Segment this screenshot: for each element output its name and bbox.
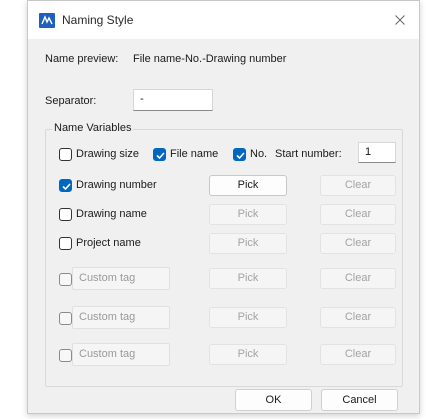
drawing-number-checkbox[interactable] [59, 179, 72, 192]
start-number-label: Start number: [275, 148, 342, 160]
checkmark-icon [236, 152, 245, 160]
file-name-label: File name [170, 148, 219, 160]
name-preview-value: File name-No.-Drawing number [133, 53, 287, 65]
title-bar: Naming Style [28, 1, 419, 39]
custom-tag-1-pick-button[interactable]: Pick [209, 268, 287, 289]
drawing-name-checkbox[interactable] [59, 208, 72, 221]
custom-tag-2-field[interactable]: Custom tag [72, 306, 170, 329]
custom-tag-3-field[interactable]: Custom tag [72, 343, 170, 366]
custom-tag-1-checkbox[interactable] [59, 273, 72, 286]
drawing-name-label: Drawing name [76, 208, 147, 220]
drawing-number-pick-button[interactable]: Pick [209, 175, 287, 196]
name-variables-title: Name Variables [52, 122, 134, 134]
no-checkbox[interactable] [233, 148, 246, 161]
custom-tag-2-clear-button[interactable]: Clear [320, 307, 396, 328]
drawing-size-label: Drawing size [76, 148, 139, 160]
start-number-input[interactable]: 1 [358, 142, 396, 163]
project-name-label: Project name [76, 237, 141, 249]
drawing-name-pick-button[interactable]: Pick [209, 204, 287, 225]
project-name-clear-button[interactable]: Clear [320, 233, 396, 254]
custom-tag-3-pick-button[interactable]: Pick [209, 344, 287, 365]
close-button[interactable] [391, 11, 409, 29]
project-name-checkbox[interactable] [59, 237, 72, 250]
window-title: Naming Style [62, 13, 134, 27]
custom-tag-2-pick-button[interactable]: Pick [209, 307, 287, 328]
custom-tag-3-clear-button[interactable]: Clear [320, 344, 396, 365]
drawing-name-clear-button[interactable]: Clear [320, 204, 396, 225]
project-name-pick-button[interactable]: Pick [209, 233, 287, 254]
app-logo-icon [39, 13, 55, 28]
drawing-number-clear-button[interactable]: Clear [320, 175, 396, 196]
separator-label: Separator: [45, 95, 97, 107]
custom-tag-3-checkbox[interactable] [59, 349, 72, 362]
close-icon [395, 15, 405, 25]
custom-tag-1-field[interactable]: Custom tag [72, 267, 170, 290]
checkmark-icon [62, 183, 71, 191]
custom-tag-1-clear-button[interactable]: Clear [320, 268, 396, 289]
no-label: No. [250, 148, 268, 160]
ok-button[interactable]: OK [235, 389, 312, 411]
separator-input[interactable]: - [133, 89, 213, 111]
file-name-checkbox[interactable] [153, 148, 166, 161]
custom-tag-2-checkbox[interactable] [59, 312, 72, 325]
drawing-number-label: Drawing number [76, 179, 157, 191]
name-preview-label: Name preview: [45, 53, 119, 65]
drawing-size-checkbox[interactable] [59, 148, 72, 161]
checkmark-icon [156, 152, 165, 160]
naming-style-dialog: Naming Style Name preview: File name-No.… [27, 0, 420, 414]
cancel-button[interactable]: Cancel [321, 389, 398, 411]
